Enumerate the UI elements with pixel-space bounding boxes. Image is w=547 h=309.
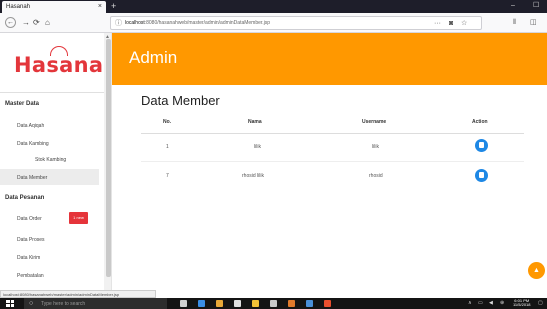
- app-header: Admin: [112, 33, 547, 85]
- tab-title: Hasanah: [6, 4, 31, 10]
- sidebar-item-data-order[interactable]: Data Order: [17, 216, 42, 222]
- up-arrow-icon[interactable]: ▲: [528, 262, 545, 279]
- home-icon[interactable]: ⌂: [45, 17, 50, 28]
- new-order-badge: 1 new: [69, 212, 88, 224]
- cell-username: lilik: [372, 144, 379, 150]
- scroll-up-icon[interactable]: ▲: [105, 34, 110, 40]
- sidebar-item-data-member[interactable]: Data Member: [17, 175, 47, 181]
- search-placeholder: Type here to search: [41, 301, 86, 307]
- table-header-divider: [141, 133, 524, 134]
- sidebar-icon[interactable]: ◫: [530, 18, 537, 27]
- file-explorer-icon[interactable]: [252, 300, 259, 307]
- sidebar-active-highlight: [0, 169, 99, 185]
- cell-no: 7: [166, 173, 169, 179]
- back-icon[interactable]: ←: [5, 17, 16, 28]
- browser-tab-strip: Hasanah × + – ☐: [0, 0, 547, 13]
- sidebar-item-data-kirim[interactable]: Data Kirim: [17, 255, 40, 261]
- divider: [0, 92, 104, 93]
- cell-no: 1: [166, 144, 169, 150]
- pocket-icon[interactable]: ◙: [449, 19, 453, 28]
- url-bar[interactable]: ⓘ localhost:8080/hasanahweb/master/admin…: [110, 16, 482, 30]
- delete-icon[interactable]: [475, 169, 488, 182]
- bookmark-icon[interactable]: ☆: [461, 19, 467, 28]
- tab-close-icon[interactable]: ×: [98, 3, 102, 11]
- cell-nama: lilik: [254, 144, 261, 150]
- maximize-button[interactable]: ☐: [533, 1, 539, 11]
- sidebar-item-pembatalan[interactable]: Pembatalan: [17, 273, 44, 279]
- sidebar: Hasanah Master Data Data Aqiqah Data Kam…: [0, 33, 112, 290]
- new-tab-button[interactable]: +: [111, 1, 116, 11]
- app-icon[interactable]: [288, 300, 295, 307]
- browser-nav-bar: ← → ⟳ ⌂ ⓘ localhost:8080/hasanahweb/mast…: [0, 13, 547, 33]
- app-icon[interactable]: [270, 300, 277, 307]
- forward-icon[interactable]: →: [22, 17, 30, 28]
- edge-icon[interactable]: [198, 300, 205, 307]
- cell-nama: rhosid lilik: [242, 173, 264, 179]
- cell-username: rhosid: [369, 173, 383, 179]
- language-icon[interactable]: ⊕: [500, 300, 504, 307]
- sidebar-item-stok-kambing[interactable]: Stok Kambing: [35, 157, 66, 163]
- notifications-icon[interactable]: ▢: [538, 300, 543, 307]
- search-icon: ○: [29, 300, 34, 307]
- taskbar-search[interactable]: ○ Type here to search: [24, 298, 167, 309]
- browser-tab[interactable]: Hasanah ×: [2, 1, 106, 13]
- section-master-data: Master Data: [5, 101, 40, 107]
- info-icon[interactable]: ⓘ: [115, 19, 122, 28]
- row-divider: [141, 161, 524, 162]
- url-text[interactable]: localhost:8080/hasanahweb/master/admin/a…: [125, 20, 270, 26]
- mail-icon[interactable]: [234, 300, 241, 307]
- delete-icon[interactable]: [475, 139, 488, 152]
- column-header-action: Action: [472, 119, 488, 125]
- column-header-nama: Nama: [248, 119, 262, 125]
- status-bar-url: localhost:8080/hasanahweb/master/admin/a…: [0, 290, 156, 298]
- task-view-icon[interactable]: [180, 300, 187, 307]
- sidebar-item-data-aqiqah[interactable]: Data Aqiqah: [17, 123, 44, 129]
- column-header-no: No.: [163, 119, 172, 125]
- firefox-icon[interactable]: [324, 300, 331, 307]
- page-actions-icon[interactable]: ···: [434, 19, 441, 28]
- taskbar-clock[interactable]: 6:01 PM 11/5/2018: [513, 299, 531, 307]
- header-title: Admin: [129, 48, 178, 67]
- volume-icon[interactable]: ◀: [489, 300, 493, 307]
- clock-date: 11/5/2018: [513, 302, 531, 307]
- sidebar-scrollbar-thumb[interactable]: [106, 39, 111, 277]
- sidebar-item-data-kambing[interactable]: Data Kambing: [17, 141, 49, 147]
- column-header-username: Username: [362, 119, 387, 125]
- store-icon[interactable]: [216, 300, 223, 307]
- page-title: Data Member: [141, 93, 220, 108]
- reload-icon[interactable]: ⟳: [33, 17, 40, 28]
- logo: Hasanah: [14, 53, 112, 77]
- sidebar-item-data-proses[interactable]: Data Proses: [17, 237, 45, 243]
- app-icon[interactable]: [306, 300, 313, 307]
- network-icon[interactable]: ▭: [478, 300, 483, 307]
- library-icon[interactable]: ⫴: [513, 18, 516, 27]
- section-data-pesanan: Data Pesanan: [5, 195, 45, 201]
- minimize-button[interactable]: –: [511, 1, 515, 11]
- taskbar: ○ Type here to search ∧ ▭ ◀ ⊕ 6:01 PM 11…: [0, 298, 547, 309]
- windows-start-icon[interactable]: [6, 300, 14, 307]
- tray-up-arrow-icon[interactable]: ∧: [468, 300, 472, 307]
